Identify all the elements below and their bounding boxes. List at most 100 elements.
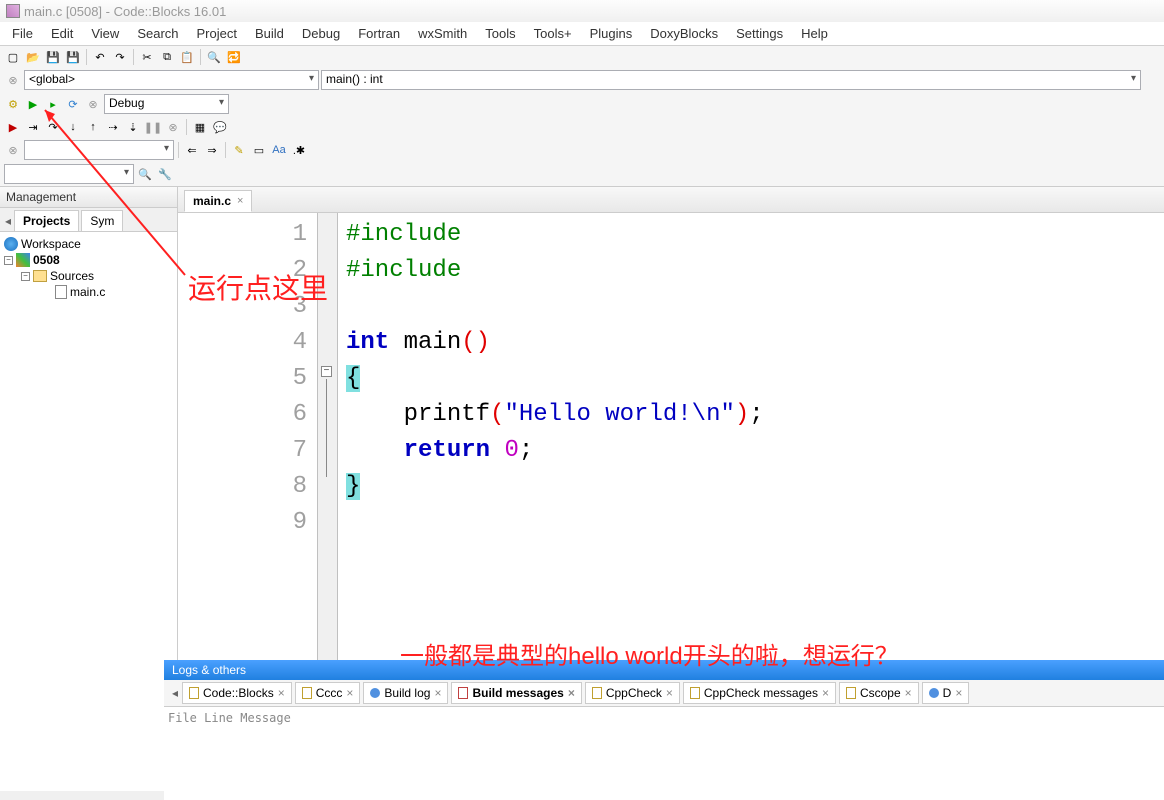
debug-run-icon[interactable]: ▶ (4, 118, 22, 136)
editor-tab-main[interactable]: main.c × (184, 190, 252, 212)
run-to-cursor-icon[interactable]: ⇥ (24, 118, 42, 136)
menu-project[interactable]: Project (189, 23, 245, 44)
log-tab-label: CppCheck messages (704, 686, 818, 700)
menu-build[interactable]: Build (247, 23, 292, 44)
tree-workspace[interactable]: Workspace (4, 236, 173, 252)
management-title: Management (0, 187, 177, 208)
log-tab-build-messages[interactable]: Build messages× (451, 682, 581, 704)
close-icon[interactable]: × (822, 686, 829, 700)
next-instr-icon[interactable]: ⇢ (104, 118, 122, 136)
tab-projects[interactable]: Projects (14, 210, 79, 231)
regex-icon[interactable]: .✱ (290, 141, 308, 159)
settings-icon[interactable]: 🔧 (156, 165, 174, 183)
log-tab-d[interactable]: D× (922, 682, 970, 704)
editor-tab-label: main.c (193, 194, 231, 208)
log-tab-cscope[interactable]: Cscope × (839, 682, 919, 704)
build-target-combo[interactable]: Debug (104, 94, 229, 114)
step-instr-icon[interactable]: ⇣ (124, 118, 142, 136)
zoom-icon[interactable]: 🔍 (136, 165, 154, 183)
close-icon[interactable]: × (278, 686, 285, 700)
tab-symbols[interactable]: Sym (81, 210, 123, 231)
menu-debug[interactable]: Debug (294, 23, 348, 44)
close-icon[interactable]: × (666, 686, 673, 700)
build-run-icon[interactable]: ▸ (44, 95, 62, 113)
scope-combo[interactable]: <global> (24, 70, 319, 90)
cut-icon[interactable]: ✂ (138, 48, 156, 66)
menu-tools+[interactable]: Tools+ (526, 23, 580, 44)
close-icon[interactable]: × (905, 686, 912, 700)
tree-file[interactable]: main.c (4, 284, 173, 300)
clear-icon[interactable]: ⊗ (4, 141, 22, 159)
menu-doxyblocks[interactable]: DoxyBlocks (642, 23, 726, 44)
log-tab-build-log[interactable]: Build log × (363, 682, 448, 704)
tree-folder[interactable]: − Sources (4, 268, 173, 284)
open-icon[interactable]: 📂 (24, 48, 42, 66)
highlight-icon[interactable]: ✎ (230, 141, 248, 159)
log-tab-label: Cscope (860, 686, 901, 700)
log-tab-label: CppCheck (606, 686, 662, 700)
run-icon[interactable]: ▶ (24, 95, 42, 113)
function-combo[interactable]: main() : int (321, 70, 1141, 90)
find-icon[interactable]: 🔍 (205, 48, 223, 66)
collapse-icon[interactable]: − (4, 256, 13, 265)
menu-tools[interactable]: Tools (477, 23, 523, 44)
menu-settings[interactable]: Settings (728, 23, 791, 44)
rebuild-icon[interactable]: ⟳ (64, 95, 82, 113)
selection-icon[interactable]: ▭ (250, 141, 268, 159)
paste-icon[interactable]: 📋 (178, 48, 196, 66)
break-icon[interactable]: ❚❚ (144, 118, 162, 136)
file-label: main.c (70, 285, 105, 299)
menu-fortran[interactable]: Fortran (350, 23, 408, 44)
forward-icon[interactable]: ⇒ (203, 141, 221, 159)
replace-icon[interactable]: 🔁 (225, 48, 243, 66)
new-file-icon[interactable]: ▢ (4, 48, 22, 66)
build-icon[interactable]: ⚙ (4, 95, 22, 113)
log-tab-label: Build log (384, 686, 430, 700)
menu-file[interactable]: File (4, 23, 41, 44)
log-tab-icon (458, 687, 468, 699)
close-icon[interactable]: × (568, 686, 575, 700)
save-all-icon[interactable]: 💾 (64, 48, 82, 66)
log-tab-icon (189, 687, 199, 699)
extra-combo[interactable] (4, 164, 134, 184)
menu-edit[interactable]: Edit (43, 23, 81, 44)
close-icon[interactable]: × (955, 686, 962, 700)
logs-columns: File Line Message (168, 711, 1160, 725)
tab-prev-icon[interactable]: ◂ (168, 686, 182, 700)
menu-plugins[interactable]: Plugins (582, 23, 641, 44)
copy-icon[interactable]: ⧉ (158, 48, 176, 66)
save-icon[interactable]: 💾 (44, 48, 62, 66)
search-combo[interactable] (24, 140, 174, 160)
collapse-icon[interactable]: − (21, 272, 30, 281)
log-tab-cppcheck[interactable]: CppCheck × (585, 682, 680, 704)
step-into-icon[interactable]: ↓ (64, 118, 82, 136)
menu-view[interactable]: View (83, 23, 127, 44)
back-icon[interactable]: ⇐ (183, 141, 201, 159)
menu-wxsmith[interactable]: wxSmith (410, 23, 475, 44)
step-out-icon[interactable]: ↑ (84, 118, 102, 136)
menu-help[interactable]: Help (793, 23, 836, 44)
close-icon[interactable]: × (346, 686, 353, 700)
stop-scope-icon[interactable]: ⊗ (4, 71, 22, 89)
log-tab-cccc[interactable]: Cccc× (295, 682, 361, 704)
debug-windows-icon[interactable]: ▦ (191, 118, 209, 136)
logs-panel: Logs & others ◂ Code::Blocks×Cccc×Build … (164, 660, 1164, 800)
tab-prev-icon[interactable]: ◂ (2, 214, 14, 228)
undo-icon[interactable]: ↶ (91, 48, 109, 66)
close-icon[interactable]: × (434, 686, 441, 700)
close-tab-icon[interactable]: × (237, 195, 243, 207)
management-panel: Management ◂ Projects Sym Workspace − 05… (0, 187, 178, 791)
fold-line (326, 379, 327, 477)
menu-search[interactable]: Search (129, 23, 186, 44)
redo-icon[interactable]: ↷ (111, 48, 129, 66)
abort-icon[interactable]: ⊗ (84, 95, 102, 113)
tree-project[interactable]: − 0508 (4, 252, 173, 268)
next-line-icon[interactable]: ↷ (44, 118, 62, 136)
info-icon[interactable]: 💬 (211, 118, 229, 136)
project-tree: Workspace − 0508 − Sources main.c (0, 232, 177, 791)
fold-collapse-icon[interactable]: − (321, 366, 332, 377)
log-tab-cppcheck-messages[interactable]: CppCheck messages × (683, 682, 836, 704)
case-icon[interactable]: Aa (270, 141, 288, 159)
log-tab-code-blocks[interactable]: Code::Blocks× (182, 682, 292, 704)
stop-debug-icon[interactable]: ⊗ (164, 118, 182, 136)
